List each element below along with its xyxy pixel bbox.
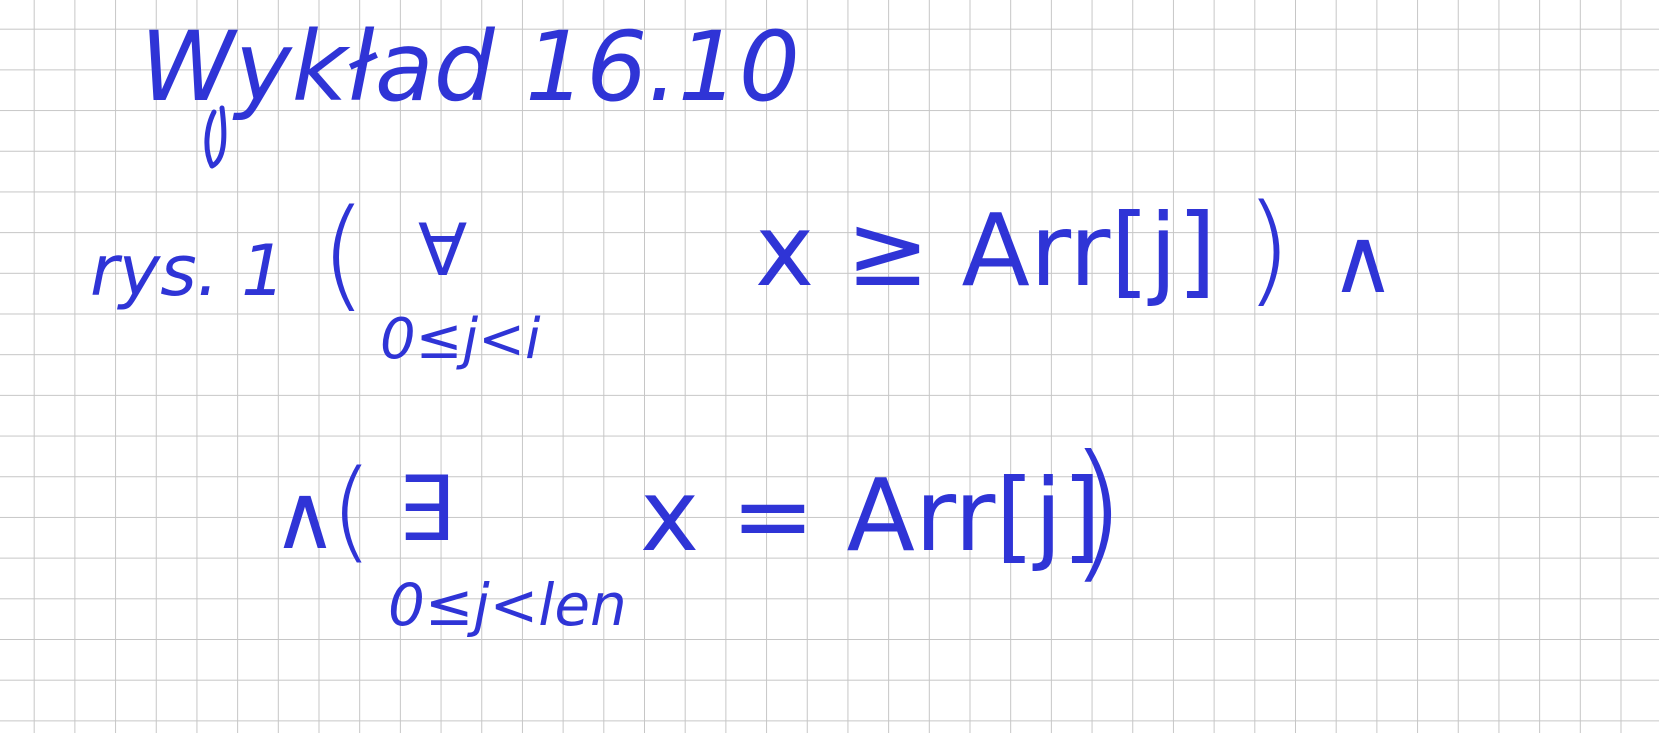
line2-exists-range: 0≤j<len [388, 571, 627, 639]
handwritten-ink: Wykład 16.10 rys. 1 ( ∀ 0≤j<i x ≥ Arr[j]… [90, 11, 1396, 639]
line1-forall-range: 0≤j<i [380, 307, 541, 372]
line2-close-paren: ) [1068, 424, 1127, 598]
line1-close-paren: ) [1245, 180, 1292, 319]
line2-exists-symbol: ∃ [397, 457, 454, 562]
line2-and-symbol: ∧ [272, 465, 338, 570]
line1-open-paren: ( [320, 185, 367, 324]
grid-paper: Wykład 16.10 rys. 1 ( ∀ 0≤j<i x ≥ Arr[j]… [0, 0, 1659, 733]
line1-forall-symbol: ∀ [418, 208, 467, 292]
line2-open-paren: ( [330, 446, 373, 574]
line1-predicate: x ≥ Arr[j] [755, 192, 1216, 309]
line1-and-symbol: ∧ [1330, 209, 1396, 314]
line2-predicate: x = Arr[j] [640, 457, 1101, 574]
lecture-title: Wykład 16.10 [140, 11, 800, 123]
figure-label: rys. 1 [90, 230, 286, 312]
